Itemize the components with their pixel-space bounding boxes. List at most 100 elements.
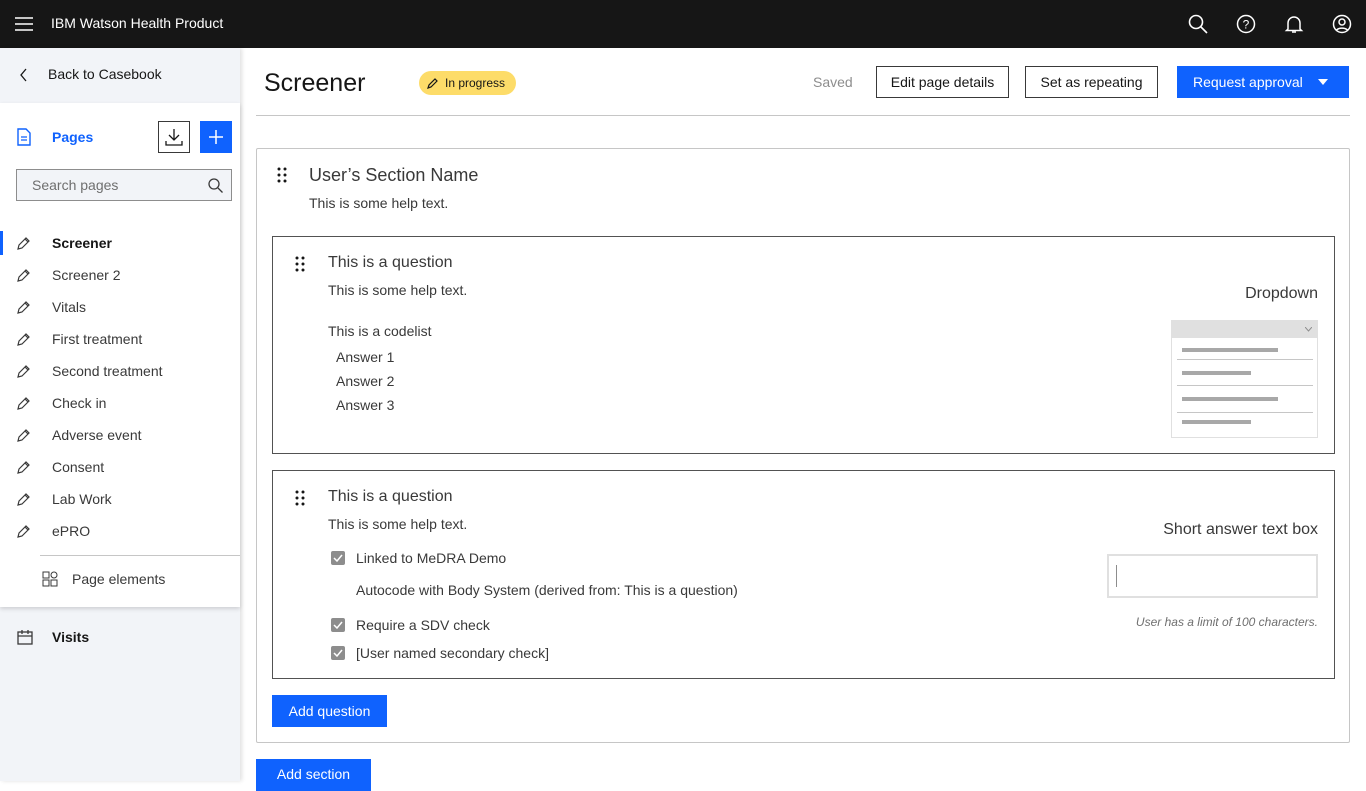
pencil-icon	[427, 78, 438, 89]
pencil-icon	[17, 333, 30, 346]
sidebar-item-first-treatment[interactable]: First treatment	[0, 323, 240, 355]
sidebar-item-adverse-event[interactable]: Adverse event	[0, 419, 240, 451]
divider	[40, 555, 240, 556]
answer-item: Answer 3	[336, 397, 395, 413]
question-title: This is a question	[328, 488, 453, 505]
help-icon[interactable]: ?	[1234, 12, 1258, 36]
pencil-icon	[17, 237, 30, 250]
download-icon	[165, 129, 183, 146]
svg-text:?: ?	[1243, 18, 1250, 32]
checkbox-checked-icon	[331, 551, 345, 565]
app-title: IBM Watson Health Product	[51, 15, 224, 31]
search-icon	[208, 178, 223, 193]
sidebar-item-label: Vitals	[52, 299, 86, 315]
short-answer-preview	[1107, 554, 1318, 598]
sidebar-item-label: Lab Work	[52, 491, 112, 507]
sidebar-item-label: Second treatment	[52, 363, 163, 379]
sidebar-item-label: Check in	[52, 395, 107, 411]
user-avatar-icon[interactable]	[1330, 12, 1354, 36]
sidebar-item-label: ePRO	[52, 523, 91, 539]
pages-heading: Pages	[52, 129, 94, 145]
calendar-icon	[17, 630, 33, 645]
answer-item: Answer 2	[336, 373, 395, 389]
section-card: User’s Section Name This is some help te…	[256, 148, 1350, 743]
drag-handle-icon[interactable]	[295, 490, 305, 506]
pencil-icon	[17, 461, 30, 474]
page-title: Screener	[264, 69, 366, 97]
checkbox-sdv[interactable]	[331, 618, 345, 632]
divider	[256, 115, 1350, 116]
plus-icon	[209, 130, 223, 144]
sidebar-item-vitals[interactable]: Vitals	[0, 291, 240, 323]
drag-handle-icon[interactable]	[295, 256, 305, 272]
sidebar-item-second-treatment[interactable]: Second treatment	[0, 355, 240, 387]
question-title: This is a question	[328, 254, 453, 271]
search-placeholder: Search pages	[32, 177, 119, 193]
menu-icon[interactable]	[12, 12, 36, 36]
section-name: User’s Section Name	[309, 165, 479, 185]
search-pages-input[interactable]: Search pages	[16, 169, 232, 201]
pencil-icon	[17, 365, 30, 378]
add-section-button[interactable]: Add section	[256, 759, 371, 791]
sidebar-item-epro[interactable]: ePRO	[0, 515, 240, 547]
page-elements-icon	[42, 571, 58, 587]
pencil-icon	[17, 397, 30, 410]
sidebar-item-check-in[interactable]: Check in	[0, 387, 240, 419]
download-button[interactable]	[158, 121, 190, 153]
answer-item: Answer 1	[336, 349, 395, 365]
back-label: Back to Casebook	[48, 66, 162, 82]
sidebar-item-label: Screener	[52, 235, 112, 251]
sidebar-item-label: First treatment	[52, 331, 143, 347]
status-text: In progress	[445, 76, 506, 90]
request-approval-button[interactable]: Request approval	[1177, 66, 1349, 98]
add-question-button[interactable]: Add question	[272, 695, 387, 727]
add-page-button[interactable]	[200, 121, 232, 153]
drag-handle-icon[interactable]	[277, 167, 287, 183]
pages-panel: Pages Search pages Screener Screener 2 Vit…	[0, 103, 240, 607]
page-elements-label: Page elements	[72, 571, 166, 587]
saved-status: Saved	[813, 74, 853, 90]
sidebar-item-consent[interactable]: Consent	[0, 451, 240, 483]
dropdown-preview	[1171, 320, 1318, 438]
top-header: IBM Watson Health Product ?	[0, 0, 1366, 48]
notification-icon[interactable]	[1282, 12, 1306, 36]
visits-link[interactable]: Visits	[0, 621, 240, 653]
checkbox-label: Require a SDV check	[356, 617, 490, 633]
search-icon[interactable]	[1186, 12, 1210, 36]
chevron-down-icon	[1305, 327, 1312, 332]
question-type-label: Dropdown	[1245, 285, 1318, 302]
autocode-text: Autocode with Body System (derived from:…	[356, 582, 738, 598]
edit-page-details-button[interactable]: Edit page details	[876, 66, 1009, 98]
checkbox-medra[interactable]	[331, 551, 345, 565]
request-approval-label: Request approval	[1193, 74, 1303, 90]
question-card-dropdown[interactable]: This is a question This is some help tex…	[272, 236, 1335, 454]
sidebar-item-lab-work[interactable]: Lab Work	[0, 483, 240, 515]
checkbox-secondary[interactable]	[331, 646, 345, 660]
question-help-text: This is some help text.	[328, 516, 468, 532]
pencil-icon	[17, 429, 30, 442]
question-card-short-answer[interactable]: This is a question This is some help tex…	[272, 470, 1335, 679]
sidebar: Back to Casebook Pages Search pages Scre…	[0, 48, 240, 781]
checkbox-label: [User named secondary check]	[356, 645, 549, 661]
pencil-icon	[17, 269, 30, 282]
sidebar-item-screener[interactable]: Screener	[0, 227, 240, 259]
checkbox-checked-icon	[331, 618, 345, 632]
set-as-repeating-button[interactable]: Set as repeating	[1025, 66, 1158, 98]
checkbox-checked-icon	[331, 646, 345, 660]
character-limit-note: User has a limit of 100 characters.	[1135, 615, 1318, 629]
sidebar-item-screener-2[interactable]: Screener 2	[0, 259, 240, 291]
pencil-icon	[17, 301, 30, 314]
question-type-label: Short answer text box	[1163, 521, 1318, 538]
caret-down-icon[interactable]	[1318, 79, 1328, 85]
chevron-left-icon	[20, 68, 27, 82]
pencil-icon	[17, 525, 30, 538]
page-elements-link[interactable]: Page elements	[0, 563, 240, 595]
checkbox-label: Linked to MeDRA Demo	[356, 550, 507, 566]
sidebar-item-label: Screener 2	[52, 267, 121, 283]
document-icon	[17, 128, 31, 146]
section-help-text: This is some help text.	[309, 195, 449, 211]
codelist-label: This is a codelist	[328, 323, 432, 339]
sidebar-item-label: Adverse event	[52, 427, 142, 443]
back-to-casebook-link[interactable]: Back to Casebook	[0, 48, 240, 103]
question-help-text: This is some help text.	[328, 282, 468, 298]
